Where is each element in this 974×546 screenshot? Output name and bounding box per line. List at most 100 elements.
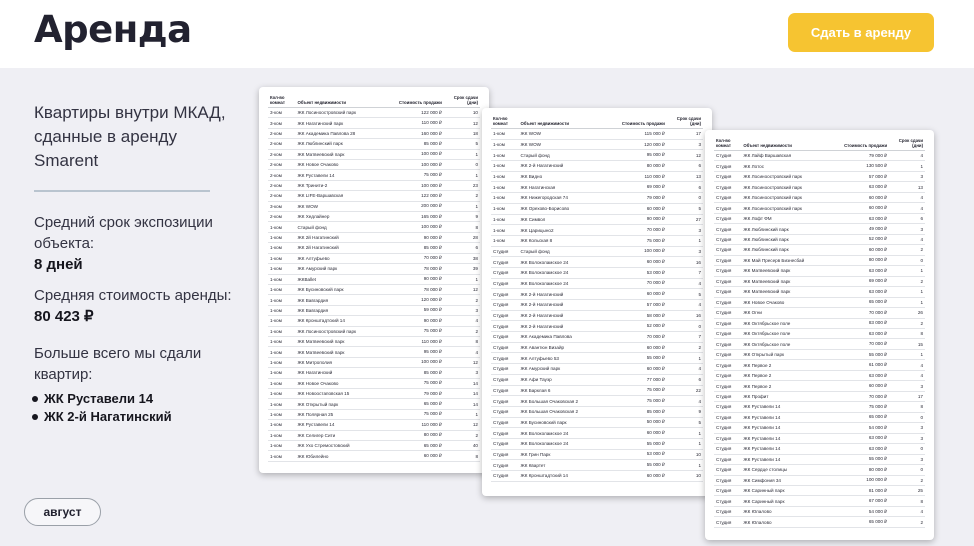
cell-property: ЖК Люблинский парк	[741, 244, 835, 256]
cell-days: 40	[443, 440, 480, 452]
cell-price: 65 000 ₽	[834, 516, 890, 528]
rentals-table: Кол-во комнат Объект недвижимости Стоимо…	[714, 138, 925, 528]
cell-price: 53 000 ₽	[611, 449, 667, 461]
cell-days: 0	[666, 320, 703, 333]
cell-price: 70 000 ₽	[834, 338, 890, 350]
cell-price: 57 000 ₽	[834, 171, 890, 183]
table-row: 1-ком ЖК 2й Нагатинский 85 000 ₽6	[268, 242, 480, 254]
table-row: Студия ЖК Матвеевский парк 63 000 ₽1	[714, 265, 925, 277]
rent-out-button[interactable]: Сдать в аренду	[788, 13, 934, 52]
cell-property: ЖК Барклая 6	[518, 385, 612, 397]
cell-property: ЖК Большая Очаковская 2	[518, 406, 612, 418]
table-row: Студия ЖК Лосиноостровский парк 57 000 ₽3	[714, 171, 925, 183]
cell-property: ЖК Первое 2	[741, 359, 835, 371]
cell-rooms: Студия	[491, 352, 519, 365]
page-title: Аренда	[34, 8, 192, 51]
cell-price: 100 000 ₽	[388, 149, 444, 161]
table-row: Студия ЖК 2-й Нагатинский 60 000 ₽5	[491, 288, 703, 300]
cell-rooms: 2-ком	[268, 159, 296, 171]
table-row: 1-ком ЖК Руставели 14 110 000 ₽12	[268, 419, 480, 431]
cell-rooms: 2-ком	[268, 211, 296, 223]
cell-days: 4	[889, 506, 925, 518]
cell-days: 15	[889, 338, 925, 350]
cell-price: 70 000 ₽	[611, 278, 667, 290]
cell-days: 3	[889, 171, 925, 183]
cell-property: ЖК Амурский парк	[295, 263, 389, 275]
cell-property: ЖК Квартет	[518, 459, 612, 471]
cell-days: 1	[889, 160, 925, 172]
cell-days: 4	[666, 278, 703, 290]
list-item: ЖК 2-й Нагатинский	[32, 408, 172, 426]
table-row: 2-ком ЖК Люблинский парк 85 000 ₽5	[268, 138, 480, 150]
cell-property: ЖК Кронштадтский 14	[518, 470, 612, 482]
table-row: Студия ЖК Руставели 14 63 000 ₽3	[714, 433, 925, 445]
cell-days: 1	[889, 297, 925, 309]
table-row: 1-ком ЖК Вавгардия 120 000 ₽2	[268, 294, 480, 306]
cell-days: 4	[889, 202, 925, 214]
cell-days: 0	[666, 192, 703, 204]
cell-days: 5	[666, 203, 703, 215]
cell-days: 9	[666, 406, 703, 418]
cell-price: 85 000 ₽	[388, 367, 444, 379]
cell-rooms: Студия	[714, 160, 742, 172]
cell-rooms: Студия	[714, 464, 742, 476]
table-row: 1-ком ЖК Нагатинская 69 000 ₽6	[491, 181, 703, 194]
cell-price: 85 000 ₽	[611, 406, 667, 418]
cell-days: 13	[889, 181, 925, 193]
cell-days: 17	[666, 128, 703, 140]
table-row: 1-ком ЖК Матвеевский парк 110 000 ₽8	[268, 336, 480, 348]
table-row: Студия ЖК Первое 2 61 000 ₽4	[714, 359, 925, 371]
cell-days: 18	[443, 128, 480, 140]
cell-rooms: Студия	[714, 234, 742, 246]
table-row: Студия ЖК Первое 2 60 000 ₽3	[714, 380, 925, 392]
cell-property: ЖК Саринный парк	[741, 485, 835, 497]
cell-price: 63 000 ₽	[834, 433, 890, 445]
table-row: 1-ком ЖК Лосиноостровский парк 75 000 ₽2	[268, 326, 480, 337]
cell-price: 90 000 ₽	[388, 315, 444, 327]
cell-days: 2	[443, 430, 480, 442]
cell-price: 54 000 ₽	[834, 506, 890, 518]
table-row: Студия ЖК Открытый парк 55 000 ₽1	[714, 349, 925, 361]
bullet-icon	[32, 395, 38, 402]
cell-rooms: Студия	[714, 433, 742, 445]
cell-days: 1	[443, 409, 480, 421]
cell-days: 12	[443, 419, 480, 431]
cell-rooms: Студия	[714, 286, 742, 298]
cell-price: 61 000 ₽	[834, 359, 890, 371]
cell-rooms: 1-ком	[491, 224, 519, 236]
cell-price: 60 000 ₽	[611, 470, 667, 482]
cell-rooms: Студия	[491, 342, 519, 354]
cell-price: 60 000 ₽	[834, 380, 890, 392]
table-row: Студия ЖК 2-й Нагатинский 58 000 ₽16	[491, 310, 703, 322]
cell-rooms: 2-ком	[268, 149, 296, 161]
cell-days: 23	[443, 180, 480, 192]
cell-price: 90 000 ₽	[611, 214, 667, 226]
cell-rooms: 3-ком	[268, 117, 296, 129]
cell-days: 5	[666, 417, 703, 429]
cell-rooms: 1-ком	[268, 315, 296, 327]
cell-days: 12	[666, 149, 703, 162]
month-chip[interactable]: август	[24, 498, 101, 526]
cell-price: 110 000 ₽	[611, 171, 667, 183]
cell-days: 7	[666, 331, 703, 343]
cell-property: ЖК Видно	[518, 171, 612, 183]
cell-property: ЖК Орехово-Борисово	[518, 203, 612, 215]
cell-rooms: 1-ком	[491, 139, 519, 151]
cell-days: 6	[666, 374, 703, 386]
table-row: Студия ЖК Люблинский парк 49 000 ₽3	[714, 223, 925, 235]
table-row: 1-ком ЖК WOW 115 000 ₽17	[491, 128, 703, 140]
cell-price: 200 000 ₽	[388, 201, 444, 213]
cell-price: 160 000 ₽	[388, 128, 444, 140]
cell-price: 69 000 ₽	[834, 276, 890, 288]
intro-text: Квартиры внутри МКАД, сданные в аренду S…	[34, 103, 226, 170]
cell-price: 52 000 ₽	[611, 320, 667, 333]
cell-days: 14	[443, 388, 480, 400]
rentals-sheet-1: Кол-во комнат Объект недвижимости Стоимо…	[259, 87, 489, 473]
table-row: Студия ЖК Алтуфьево 53 55 000 ₽1	[491, 352, 703, 365]
cell-days: 27	[666, 214, 703, 226]
cell-property: ЖК Академика Павлова	[518, 331, 612, 343]
table-row: Студия ЖК Лофт ФМ 63 000 ₽6	[714, 213, 925, 225]
table-row: Студия ЖК Квартет 55 000 ₽1	[491, 459, 703, 471]
cell-rooms: Студия	[714, 380, 742, 392]
cell-days: 8	[889, 401, 925, 413]
